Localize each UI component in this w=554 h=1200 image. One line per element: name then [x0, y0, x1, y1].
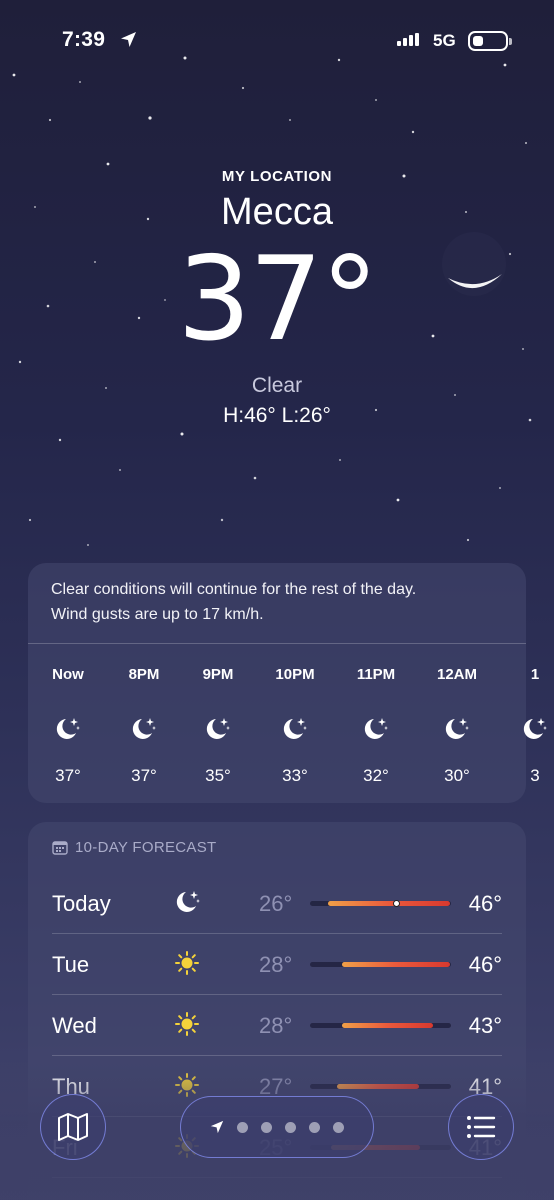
hour-label: 10PM: [275, 666, 315, 683]
hour-temperature: 37°: [55, 766, 81, 785]
hour-label: Now: [52, 666, 84, 683]
map-button[interactable]: [40, 1094, 106, 1160]
temperature-range-fill: [328, 901, 450, 906]
forecast-high: 43°: [468, 1013, 502, 1038]
current-temperature-marker: [393, 900, 400, 907]
network-type: 5G: [433, 31, 456, 50]
hour-item: 13: [505, 666, 554, 786]
hour-temperature: 33°: [282, 766, 308, 785]
city-name: Mecca: [221, 191, 333, 233]
moon-stars-icon: [523, 718, 547, 739]
hourly-scroll[interactable]: Now 37° 8PM 37° 9PM 35° 10PM 33° 11PM 32° 12AM 30° 1…: [28, 666, 547, 786]
status-bar: 7:39 5G: [0, 0, 554, 80]
map-icon: [58, 1113, 88, 1141]
moon-stars-icon: [56, 718, 80, 739]
forecast-day: Today: [52, 891, 111, 916]
forecast-row[interactable]: Today 26° 46°: [52, 873, 502, 934]
hour-temperature: 3: [530, 766, 540, 785]
page-dot[interactable]: [309, 1121, 320, 1133]
forecast-high: 46°: [468, 891, 502, 916]
forecast-row[interactable]: Tue 28° 46°: [52, 934, 502, 995]
hour-item: 9PM 35°: [188, 666, 248, 786]
moon-stars-icon: [176, 891, 200, 912]
temperature-range-fill: [342, 1023, 433, 1028]
hour-temperature: 30°: [444, 766, 470, 785]
location-arrow-icon[interactable]: [210, 1120, 224, 1134]
calendar-icon: [52, 841, 68, 855]
sun-icon: [175, 951, 199, 975]
temperature-range-fill: [342, 962, 450, 967]
hour-item: 10PM 33°: [265, 666, 325, 786]
page-indicator[interactable]: [180, 1096, 374, 1158]
hour-item: 11PM 32°: [346, 666, 406, 786]
temperature-range-bar: [310, 962, 451, 967]
high-low-temperature: H:46° L:26°: [223, 404, 331, 427]
forecast-low: 28°: [259, 952, 293, 977]
moon-stars-icon: [132, 718, 156, 739]
page-dot[interactable]: [261, 1121, 272, 1133]
sun-icon: [175, 1012, 199, 1036]
hour-item: 8PM 37°: [114, 666, 174, 786]
moon-stars-icon: [364, 718, 388, 739]
hourly-forecast-card[interactable]: Clear conditions will continue for the r…: [28, 563, 547, 803]
hourly-summary: Clear conditions will continue for the r…: [28, 563, 526, 644]
forecast-day: Tue: [52, 952, 90, 977]
location-label: MY LOCATION: [221, 168, 333, 185]
current-temperature: 37°: [177, 232, 379, 367]
forecast-title: 10-DAY FORECAST: [52, 839, 216, 856]
current-condition: Clear: [251, 374, 303, 397]
forecast-low: 26°: [259, 891, 293, 916]
cellular-signal-icon: [397, 33, 419, 46]
current-weather-header: MY LOCATION Mecca 37° Clear H:46° L:26°: [0, 168, 554, 428]
list-icon: [467, 1116, 496, 1138]
hour-temperature: 32°: [363, 766, 389, 785]
moon-stars-icon: [206, 718, 230, 739]
forecast-title-label: 10-DAY FORECAST: [75, 839, 217, 856]
page-dot[interactable]: [285, 1121, 296, 1133]
summary-line-2: Wind gusts are up to 17 km/h.: [51, 606, 264, 623]
page-dot[interactable]: [333, 1121, 344, 1133]
hour-item: 12AM 30°: [427, 666, 487, 786]
temperature-range-bar: [310, 1023, 451, 1028]
moon-stars-icon: [445, 718, 469, 739]
page-dot[interactable]: [237, 1121, 248, 1133]
clock-time: 7:39: [62, 28, 106, 51]
locations-list-button[interactable]: [448, 1094, 514, 1160]
hour-label: 9PM: [202, 666, 234, 683]
hour-label: 1: [530, 666, 540, 683]
forecast-row[interactable]: Wed 28° 43°: [52, 995, 502, 1056]
moon-stars-icon: [283, 718, 307, 739]
forecast-day: Wed: [52, 1013, 97, 1038]
forecast-high: 46°: [468, 952, 502, 977]
hour-label: 8PM: [128, 666, 160, 683]
hour-item: Now 37°: [38, 666, 98, 786]
hour-temperature: 37°: [131, 766, 157, 785]
summary-line-1: Clear conditions will continue for the r…: [51, 581, 417, 598]
battery-nub: [509, 38, 512, 45]
temperature-range-bar: [310, 900, 451, 907]
forecast-low: 28°: [259, 1013, 293, 1038]
hour-label: 11PM: [356, 666, 396, 683]
hour-temperature: 35°: [205, 766, 231, 785]
location-arrow-icon: [121, 32, 136, 47]
battery-icon: [468, 31, 508, 51]
hour-label: 12AM: [436, 666, 477, 683]
